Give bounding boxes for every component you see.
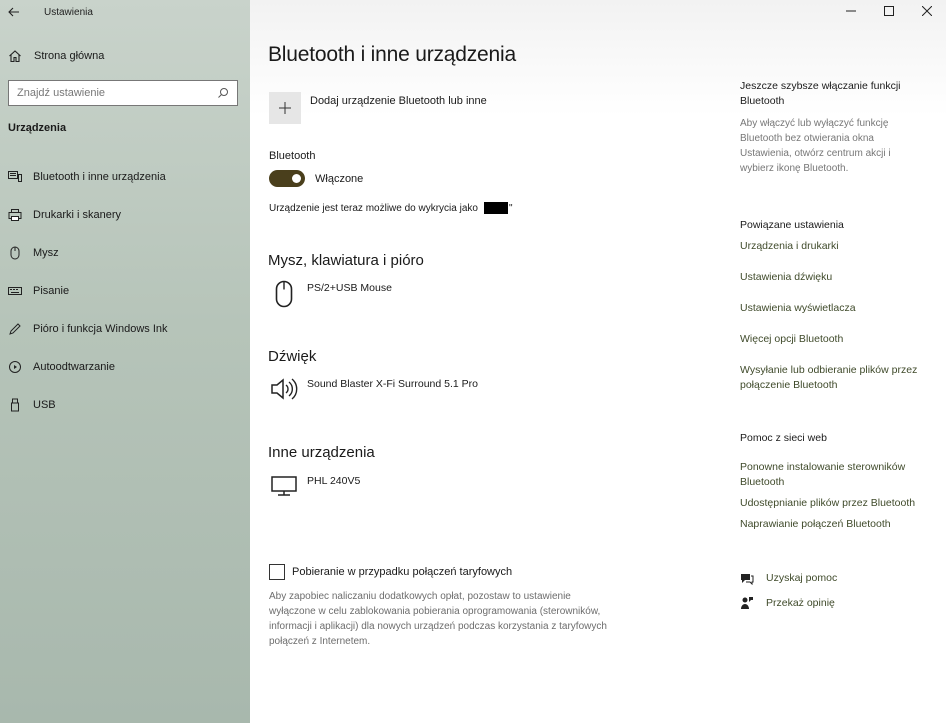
- usb-icon: [8, 398, 22, 412]
- page-title: Bluetooth i inne urządzenia: [268, 43, 516, 66]
- mouse-icon: [270, 280, 298, 310]
- mouse-icon: [8, 246, 22, 260]
- device-name: PHL 240V5: [307, 475, 361, 487]
- metered-download-checkbox-row[interactable]: Pobieranie w przypadku połączeń taryfowy…: [269, 564, 512, 580]
- web-link-fix-connections[interactable]: Naprawianie połączeń Bluetooth: [740, 517, 940, 532]
- related-link-more-bluetooth[interactable]: Więcej opcji Bluetooth: [740, 332, 940, 347]
- mouse-group-title: Mysz, klawiatura i pióro: [268, 252, 424, 269]
- device-item-monitor[interactable]: PHL 240V5: [270, 473, 360, 503]
- toggle-knob: [292, 174, 301, 183]
- audio-group-title: Dźwięk: [268, 348, 317, 365]
- speaker-icon: [270, 376, 298, 406]
- discoverable-label: Urządzenie jest teraz możliwe do wykryci…: [269, 202, 478, 214]
- sidebar-item-label: Autoodtwarzanie: [33, 361, 115, 373]
- feedback-link[interactable]: Przekaż opinię: [740, 596, 835, 610]
- bluetooth-label: Bluetooth: [269, 150, 316, 162]
- add-device-button[interactable]: Dodaj urządzenie Bluetooth lub inne: [269, 92, 487, 124]
- app-title: Ustawienia: [44, 6, 93, 18]
- plus-icon: [269, 92, 301, 124]
- maximize-icon: [884, 6, 894, 16]
- redacted-device-name: [483, 202, 508, 214]
- web-link-reinstall-drivers[interactable]: Ponowne instalowanie sterowników Bluetoo…: [740, 460, 925, 490]
- back-button[interactable]: [0, 0, 28, 24]
- maximize-button[interactable]: [870, 0, 908, 22]
- search-input[interactable]: [17, 87, 217, 99]
- monitor-icon: [270, 473, 298, 503]
- bluetooth-devices-icon: [8, 170, 22, 184]
- section-label: Urządzenia: [8, 122, 67, 134]
- related-link-display[interactable]: Ustawienia wyświetlacza: [740, 301, 940, 316]
- search-icon[interactable]: [217, 87, 229, 99]
- bluetooth-toggle[interactable]: [269, 170, 305, 187]
- device-name: PS/2+USB Mouse: [307, 282, 392, 294]
- sidebar-nav: Bluetooth i inne urządzenia Drukarki i s…: [0, 158, 250, 424]
- metered-download-label: Pobieranie w przypadku połączeń taryfowy…: [292, 566, 513, 578]
- metered-download-checkbox[interactable]: [269, 564, 285, 580]
- device-item-audio[interactable]: Sound Blaster X-Fi Surround 5.1 Pro: [270, 376, 478, 406]
- related-link-send-receive[interactable]: Wysyłanie lub odbieranie plików przez po…: [740, 363, 935, 393]
- quick-heading: Jeszcze szybsze włączanie funkcji Blueto…: [740, 80, 901, 107]
- bluetooth-toggle-row: Włączone: [269, 170, 363, 187]
- sidebar-item-label: Pióro i funkcja Windows Ink: [33, 323, 168, 335]
- back-arrow-icon: [8, 7, 19, 17]
- sidebar-item-mouse[interactable]: Mysz: [0, 234, 250, 272]
- pen-icon: [8, 322, 22, 336]
- sidebar-item-typing[interactable]: Pisanie: [0, 272, 250, 310]
- sidebar-item-label: Mysz: [33, 247, 59, 259]
- sidebar-item-label: Drukarki i skanery: [33, 209, 122, 221]
- web-link-share-files[interactable]: Udostępnianie plików przez Bluetooth: [740, 496, 940, 511]
- title-bar: Ustawienia: [0, 0, 250, 24]
- sidebar: Ustawienia Strona główna Urządzenia Blue…: [0, 0, 250, 723]
- feedback-label: Przekaż opinię: [766, 597, 835, 609]
- close-button[interactable]: [908, 0, 946, 22]
- get-help-link[interactable]: Uzyskaj pomoc: [740, 571, 837, 585]
- add-device-label: Dodaj urządzenie Bluetooth lub inne: [310, 95, 487, 107]
- discoverable-text: Urządzenie jest teraz możliwe do wykryci…: [269, 202, 513, 214]
- search-box[interactable]: [8, 80, 238, 106]
- metered-download-description: Aby zapobiec naliczaniu dodatkowych opła…: [269, 591, 607, 647]
- window-controls: [832, 0, 946, 22]
- related-heading: Powiązane ustawienia: [740, 219, 844, 231]
- get-help-label: Uzyskaj pomoc: [766, 572, 838, 584]
- home-icon: [9, 50, 21, 63]
- quick-text: Aby włączyć lub wyłączyć funkcję Bluetoo…: [740, 118, 891, 174]
- printer-icon: [8, 208, 22, 222]
- minimize-icon: [846, 10, 856, 12]
- home-link[interactable]: Strona główna: [8, 46, 104, 66]
- sidebar-item-bluetooth[interactable]: Bluetooth i inne urządzenia: [0, 158, 250, 196]
- autoplay-icon: [8, 360, 22, 374]
- main-content: Bluetooth i inne urządzenia Dodaj urządz…: [250, 0, 946, 723]
- close-icon: [922, 6, 932, 16]
- sidebar-item-pen[interactable]: Pióro i funkcja Windows Ink: [0, 310, 250, 348]
- chat-help-icon: [740, 571, 754, 585]
- other-group-title: Inne urządzenia: [268, 444, 375, 461]
- sidebar-item-autoplay[interactable]: Autoodtwarzanie: [0, 348, 250, 386]
- home-label: Strona główna: [34, 50, 105, 62]
- related-link-sound[interactable]: Ustawienia dźwięku: [740, 270, 940, 285]
- keyboard-icon: [8, 284, 22, 298]
- device-item-mouse[interactable]: PS/2+USB Mouse: [270, 280, 392, 310]
- minimize-button[interactable]: [832, 0, 870, 22]
- discoverable-tail: ": [508, 202, 513, 214]
- sidebar-item-label: Pisanie: [33, 285, 70, 297]
- sidebar-item-printers[interactable]: Drukarki i skanery: [0, 196, 250, 234]
- sidebar-item-label: USB: [33, 399, 56, 411]
- web-help-heading: Pomoc z sieci web: [740, 432, 827, 444]
- device-name: Sound Blaster X-Fi Surround 5.1 Pro: [307, 378, 479, 390]
- bluetooth-state: Włączone: [315, 172, 364, 185]
- sidebar-item-label: Bluetooth i inne urządzenia: [33, 171, 166, 183]
- feedback-icon: [740, 596, 754, 610]
- sidebar-item-usb[interactable]: USB: [0, 386, 250, 424]
- related-link-devices-printers[interactable]: Urządzenia i drukarki: [740, 239, 940, 254]
